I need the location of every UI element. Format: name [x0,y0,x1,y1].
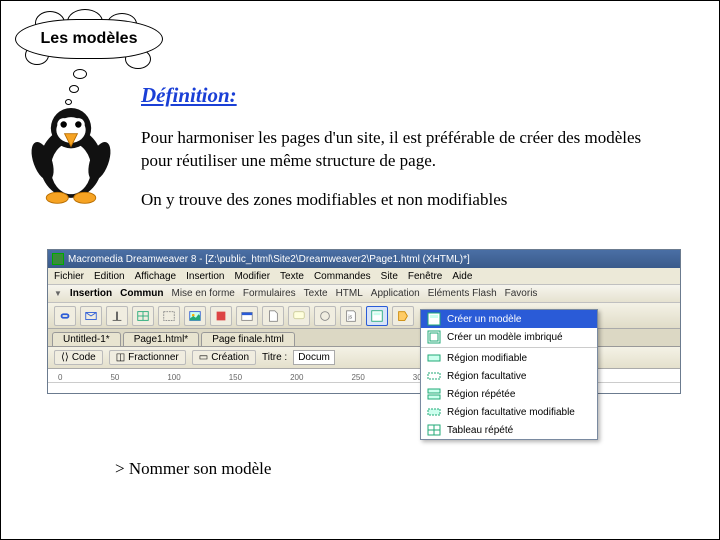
templates-dropdown: Créer un modèle Créer un modèle imbriqué… [420,309,598,440]
split-icon: ◫ [116,352,125,363]
editable-optional-region-icon [427,405,441,419]
footer-instruction: > Nommer son modèle [115,459,271,479]
code-icon: ⟨⟩ [61,352,69,363]
thought-cloud: Les modèles [15,19,175,63]
repeating-region-icon [427,387,441,401]
dropdown-separator [421,347,597,348]
div-icon[interactable] [158,306,180,326]
dropdown-item-editable-region[interactable]: Région modifiable [421,349,597,367]
insert-category[interactable]: Application [371,288,420,299]
anchor-icon[interactable] [106,306,128,326]
menu-item[interactable]: Aide [452,271,472,282]
document-tab[interactable]: Untitled-1* [52,332,121,346]
menu-item[interactable]: Site [381,271,398,282]
document-tab[interactable]: Page1.html* [123,332,199,346]
svg-text:js: js [347,314,352,320]
cloud-title: Les modèles [15,19,163,59]
dropdown-item-editable-optional-region[interactable]: Région facultative modifiable [421,403,597,421]
dropdown-item-nested-template[interactable]: Créer un modèle imbriqué [421,328,597,346]
design-view-button[interactable]: ▭Création [192,350,256,365]
split-view-button[interactable]: ◫Fractionner [109,350,186,365]
templates-icon[interactable] [366,306,388,326]
insert-category[interactable]: HTML [336,288,363,299]
dropdown-item-optional-region[interactable]: Région facultative [421,367,597,385]
script-icon[interactable]: js [340,306,362,326]
dw-title: Macromedia Dreamweaver 8 - [Z:\public_ht… [68,254,470,265]
document-tab[interactable]: Page finale.html [201,332,295,346]
insert-category[interactable]: Eléments Flash [428,288,497,299]
definition-heading: Définition: [141,81,669,109]
paragraph-2: On y trouve des zones modifiables et non… [141,189,669,212]
code-view-button[interactable]: ⟨⟩Code [54,350,103,365]
nested-template-icon [427,330,441,344]
server-include-icon[interactable] [262,306,284,326]
menu-item[interactable]: Modifier [234,271,270,282]
comment-icon[interactable] [288,306,310,326]
date-icon[interactable] [236,306,258,326]
tag-chooser-icon[interactable] [392,306,414,326]
collapse-triangle-icon[interactable]: ▼ [54,289,62,298]
menu-item[interactable]: Commandes [314,271,371,282]
table-icon[interactable] [132,306,154,326]
menu-item[interactable]: Fichier [54,271,84,282]
title-field[interactable]: Docum [293,350,335,365]
content-column: Définition: Pour harmoniser les pages d'… [141,81,669,228]
optional-region-icon [427,369,441,383]
hyperlink-icon[interactable] [54,306,76,326]
editable-region-icon [427,351,441,365]
menu-item[interactable]: Fenêtre [408,271,442,282]
media-icon[interactable] [210,306,232,326]
design-icon: ▭ [199,352,208,363]
title-label: Titre : [262,352,287,363]
image-icon[interactable] [184,306,206,326]
penguin-illustration [19,97,123,207]
dw-menubar: Fichier Edition Affichage Insertion Modi… [48,268,680,285]
insert-category[interactable]: Favoris [505,288,538,299]
menu-item[interactable]: Insertion [186,271,224,282]
dw-titlebar: Macromedia Dreamweaver 8 - [Z:\public_ht… [48,250,680,268]
menu-item[interactable]: Edition [94,271,125,282]
head-tag-icon[interactable] [314,306,336,326]
insert-category[interactable]: Commun [120,288,163,299]
insert-category[interactable]: Formulaires [243,288,296,299]
dropdown-item-repeating-table[interactable]: Tableau répété [421,421,597,439]
menu-item[interactable]: Affichage [135,271,177,282]
insert-label: Insertion [70,288,112,299]
insert-category[interactable]: Mise en forme [172,288,235,299]
template-icon [427,312,441,326]
dreamweaver-app-icon [52,253,64,265]
repeating-table-icon [427,423,441,437]
insert-category[interactable]: Texte [304,288,328,299]
dropdown-item-repeating-region[interactable]: Région répétée [421,385,597,403]
dreamweaver-window: Macromedia Dreamweaver 8 - [Z:\public_ht… [47,249,681,394]
paragraph-1: Pour harmoniser les pages d'un site, il … [141,127,669,173]
menu-item[interactable]: Texte [280,271,304,282]
email-link-icon[interactable] [80,306,102,326]
dropdown-item-create-template[interactable]: Créer un modèle [421,310,597,328]
dw-insert-bar: ▼ Insertion Commun Mise en forme Formula… [48,285,680,303]
